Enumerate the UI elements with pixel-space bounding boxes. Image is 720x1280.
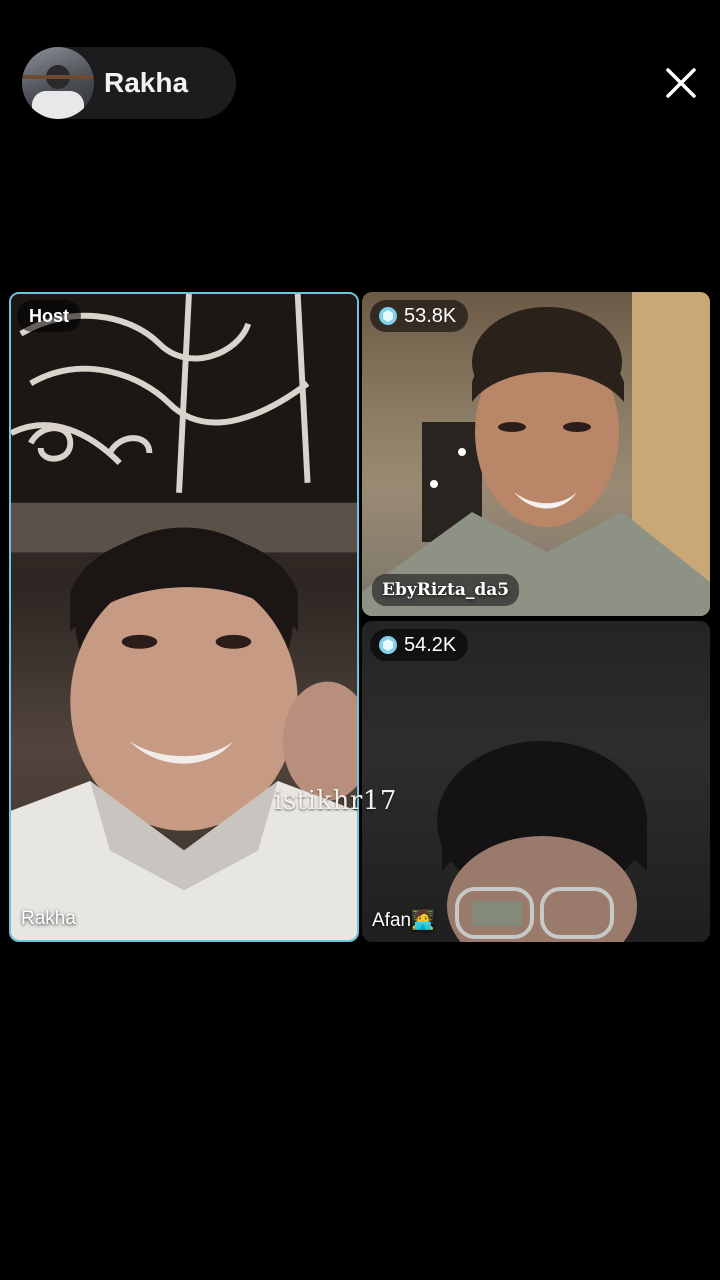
coin-count-badge: 54.2K — [370, 629, 469, 661]
host-avatar[interactable] — [22, 47, 94, 119]
technologist-emoji: 🧑‍💻 — [411, 910, 435, 931]
participant-name: Rakha — [21, 908, 76, 929]
coin-count: 53.8K — [404, 305, 457, 327]
host-profile-pill[interactable]: Rakha — [22, 47, 236, 119]
coin-icon — [379, 636, 397, 654]
coin-icon — [379, 307, 397, 325]
participant-name: EbyRizta_da5 — [372, 574, 520, 606]
host-video-image — [11, 294, 357, 940]
host-name: Rakha — [104, 67, 189, 98]
host-video-tile[interactable]: Host Rakha — [9, 292, 359, 942]
guest-video-image — [362, 292, 710, 616]
host-badge: Host — [17, 300, 81, 332]
watermark: istikhr17 — [274, 786, 397, 816]
coin-count-badge: 53.8K — [370, 300, 469, 332]
guest-video-tile[interactable]: 54.2K Afan🧑‍💻 — [362, 621, 710, 942]
close-icon[interactable] — [656, 58, 706, 108]
coin-count: 54.2K — [404, 634, 457, 656]
guest-video-tile[interactable]: 53.8K EbyRizta_da5 — [362, 292, 710, 616]
guest-video-image — [437, 741, 647, 942]
participant-name-text: Afan — [372, 910, 412, 931]
participant-name: Afan🧑‍💻 — [372, 908, 435, 932]
